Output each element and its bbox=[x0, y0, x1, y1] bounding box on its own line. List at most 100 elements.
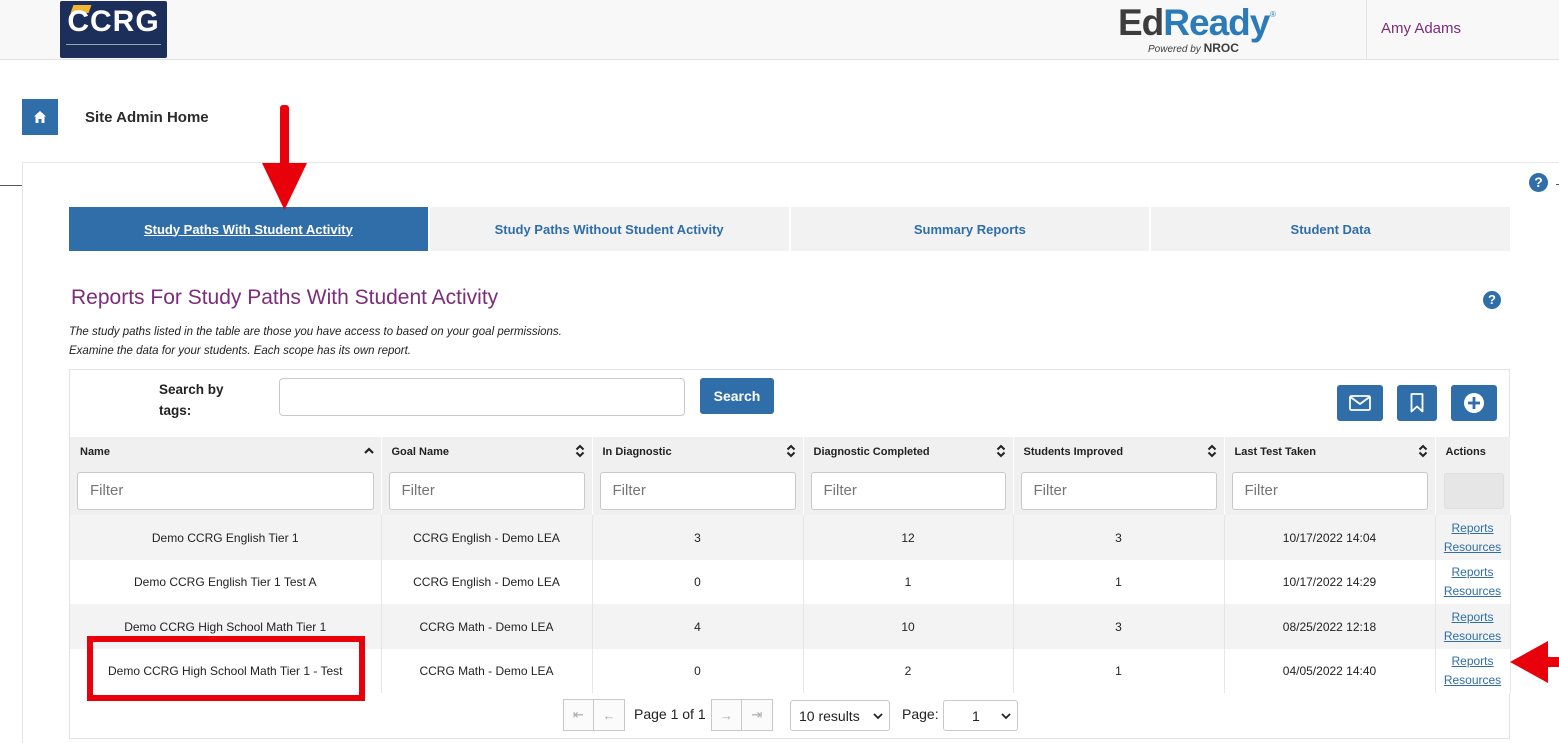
tab-without-activity[interactable]: Study Paths Without Student Activity bbox=[429, 207, 791, 251]
description-line-2: Examine the data for your students. Each… bbox=[69, 345, 411, 357]
reports-link[interactable]: Reports bbox=[1436, 519, 1510, 538]
filter-name[interactable] bbox=[77, 471, 374, 510]
col-header-in-diagnostic-label: In Diagnostic bbox=[602, 445, 672, 458]
tab-student-data[interactable]: Student Data bbox=[1151, 207, 1510, 251]
filter-diagnostic-completed[interactable] bbox=[810, 471, 1006, 510]
sort-both-icon bbox=[575, 444, 584, 458]
col-header-students-improved-label: Students Improved bbox=[1023, 445, 1124, 458]
chevron-down-icon bbox=[1001, 712, 1011, 719]
logo-subtext-line bbox=[66, 44, 161, 54]
cell-in-diagnostic: 0 bbox=[592, 560, 804, 604]
home-button[interactable] bbox=[22, 99, 58, 135]
prev-page-button[interactable]: ← bbox=[594, 699, 625, 731]
resources-link[interactable]: Resources bbox=[1436, 627, 1510, 646]
cell-diagnostic-completed: 1 bbox=[803, 560, 1014, 604]
bookmark-button[interactable] bbox=[1397, 385, 1437, 421]
user-menu[interactable]: Amy Adams bbox=[1381, 20, 1461, 37]
col-header-goal-label: Goal Name bbox=[391, 445, 449, 458]
powered-by-text: Powered by bbox=[1148, 44, 1201, 55]
reports-link[interactable]: Reports bbox=[1436, 608, 1510, 627]
col-header-actions-label: Actions bbox=[1445, 445, 1486, 458]
reports-link[interactable]: Reports bbox=[1436, 563, 1510, 582]
filter-in-diagnostic[interactable] bbox=[599, 471, 796, 510]
logo-text: CCRG bbox=[67, 5, 160, 38]
resources-link[interactable]: Resources bbox=[1436, 671, 1510, 690]
resources-link[interactable]: Resources bbox=[1436, 582, 1510, 601]
registered-mark: ® bbox=[1270, 10, 1276, 19]
next-page-button[interactable]: → bbox=[711, 699, 742, 731]
section-title: Reports For Study Paths With Student Act… bbox=[71, 286, 499, 309]
last-page-button[interactable]: ⇥ bbox=[742, 699, 773, 731]
col-header-name-label: Name bbox=[80, 445, 110, 458]
filter-last-test-taken[interactable] bbox=[1231, 471, 1428, 510]
reports-link[interactable]: Reports bbox=[1436, 652, 1510, 671]
header-divider bbox=[1366, 0, 1367, 60]
col-header-last-test-taken[interactable]: Last Test Taken bbox=[1224, 437, 1436, 466]
home-icon bbox=[34, 111, 46, 123]
cell-students-improved: 3 bbox=[1013, 515, 1225, 560]
ccrg-logo[interactable]: CCRG bbox=[60, 1, 167, 58]
cell-actions: Reports Resources bbox=[1435, 604, 1511, 649]
sort-both-icon bbox=[996, 444, 1005, 458]
section-help-icon[interactable]: ? bbox=[1483, 291, 1501, 309]
page-select-label: Page: bbox=[902, 706, 939, 722]
email-button[interactable] bbox=[1337, 385, 1383, 421]
col-header-actions: Actions bbox=[1435, 437, 1511, 466]
page-select[interactable]: 1 bbox=[943, 700, 1018, 731]
results-per-page-select[interactable]: 10 results bbox=[790, 700, 890, 731]
cell-goal: CCRG Math - Demo LEA bbox=[381, 649, 593, 693]
cell-students-improved: 1 bbox=[1013, 649, 1225, 693]
powered-by: Powered by NROC bbox=[1148, 41, 1239, 55]
tag-search-input[interactable] bbox=[279, 378, 685, 416]
table-row: Demo CCRG English Tier 1 Test A CCRG Eng… bbox=[70, 560, 1511, 604]
results-per-page-value: 10 results bbox=[799, 707, 860, 724]
cell-actions: Reports Resources bbox=[1435, 515, 1511, 560]
col-header-name[interactable]: Name bbox=[70, 437, 382, 466]
brand-ready: Ready bbox=[1163, 2, 1270, 43]
first-page-button[interactable]: ⇤ bbox=[563, 699, 594, 731]
add-circle-icon bbox=[1464, 393, 1484, 413]
bookmark-icon bbox=[1410, 393, 1424, 413]
col-header-diagnostic-completed[interactable]: Diagnostic Completed bbox=[803, 437, 1014, 466]
tab-summary-reports[interactable]: Summary Reports bbox=[790, 207, 1152, 251]
col-header-goal-name[interactable]: Goal Name bbox=[381, 437, 593, 466]
cell-in-diagnostic: 0 bbox=[592, 649, 804, 693]
col-header-students-improved[interactable]: Students Improved bbox=[1013, 437, 1225, 466]
col-header-in-diagnostic[interactable]: In Diagnostic bbox=[592, 437, 804, 466]
cell-diagnostic-completed: 12 bbox=[803, 515, 1014, 560]
resources-link[interactable]: Resources bbox=[1436, 538, 1510, 557]
filter-goal-name[interactable] bbox=[388, 471, 585, 510]
cell-in-diagnostic: 3 bbox=[592, 515, 804, 560]
chevron-down-icon bbox=[873, 712, 883, 719]
description-line-1: The study paths listed in the table are … bbox=[69, 326, 562, 338]
col-header-last-test-label: Last Test Taken bbox=[1234, 445, 1317, 458]
page-indicator: Page 1 of 1 bbox=[634, 706, 706, 722]
tab-with-activity[interactable]: Study Paths With Student Activity bbox=[69, 207, 430, 251]
cell-last-test: 04/05/2022 14:40 bbox=[1224, 649, 1436, 693]
mail-icon bbox=[1349, 395, 1371, 411]
breadcrumb-site-admin-home[interactable]: Site Admin Home bbox=[85, 109, 209, 126]
page-select-value: 1 bbox=[972, 707, 980, 724]
add-button[interactable] bbox=[1451, 385, 1497, 421]
search-button[interactable]: Search bbox=[700, 378, 774, 414]
left-rule bbox=[0, 185, 22, 186]
cell-last-test: 10/17/2022 14:29 bbox=[1224, 560, 1436, 604]
cell-students-improved: 1 bbox=[1013, 560, 1225, 604]
cell-goal: CCRG English - Demo LEA bbox=[381, 560, 593, 604]
page-help-icon[interactable]: ? bbox=[1529, 173, 1548, 192]
cell-actions: Reports Resources bbox=[1435, 649, 1511, 693]
filter-actions-blank bbox=[1443, 472, 1504, 509]
sort-both-icon bbox=[1207, 444, 1216, 458]
filter-students-improved[interactable] bbox=[1020, 471, 1217, 510]
cell-diagnostic-completed: 10 bbox=[803, 604, 1014, 649]
edready-logo[interactable]: EdReady ® Powered by NROC bbox=[1118, 2, 1278, 55]
cell-goal: CCRG English - Demo LEA bbox=[381, 515, 593, 560]
annotation-arrow-down bbox=[262, 105, 307, 210]
brand-ed: Ed bbox=[1118, 2, 1164, 43]
col-header-diagnostic-completed-label: Diagnostic Completed bbox=[813, 445, 930, 458]
search-by-tags-label: Search by tags: bbox=[159, 382, 224, 418]
sort-both-icon bbox=[786, 444, 795, 458]
sort-up-icon bbox=[363, 447, 374, 454]
cell-last-test: 08/25/2022 12:18 bbox=[1224, 604, 1436, 649]
cell-in-diagnostic: 4 bbox=[592, 604, 804, 649]
